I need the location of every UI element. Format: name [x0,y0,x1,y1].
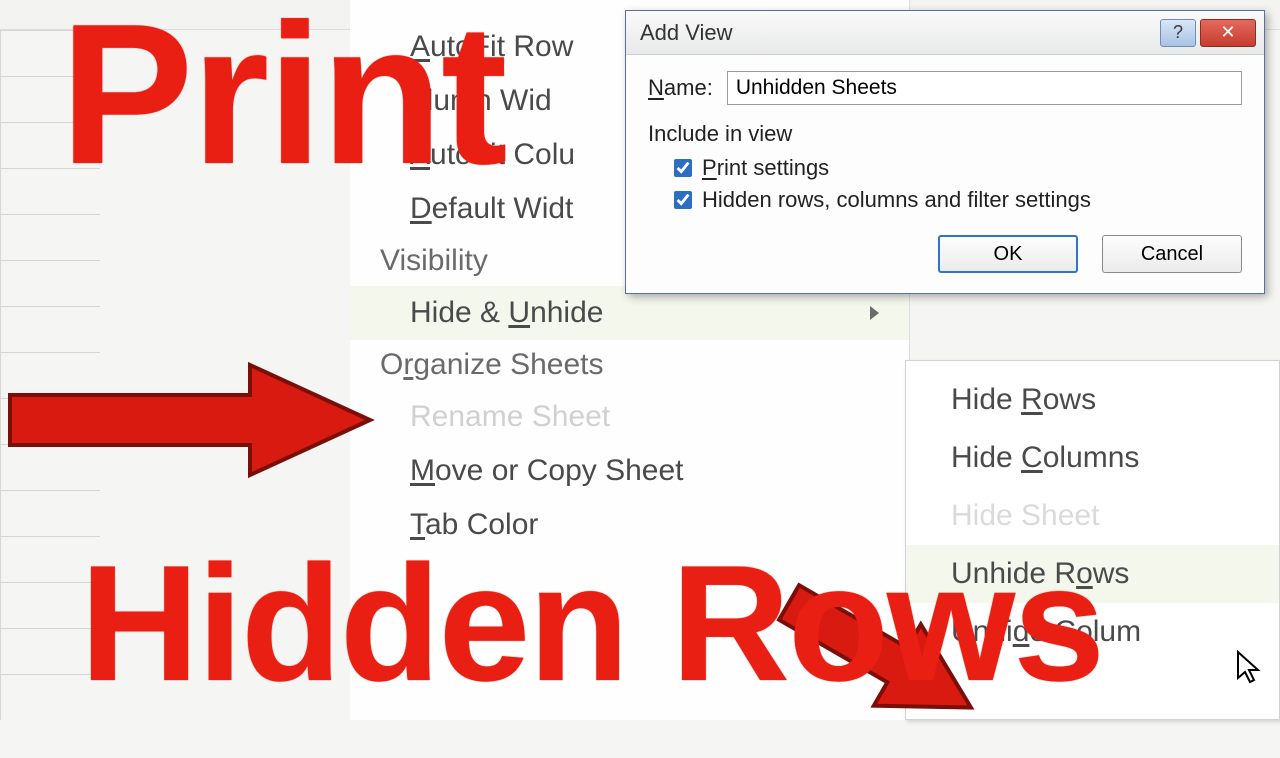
help-icon: ? [1173,22,1183,43]
add-view-dialog: Add View ? ✕ Name: Include in view Print… [625,10,1265,294]
submenu-hide-columns[interactable]: Hide Columns [906,429,1279,487]
name-label: Name: [648,75,713,101]
cancel-button[interactable]: Cancel [1102,235,1242,273]
help-button[interactable]: ? [1160,19,1196,47]
submenu-unhide-columns[interactable]: Unhide Colum [906,603,1279,661]
menu-item-hide-unhide[interactable]: Hide & Unhide [350,286,909,340]
menu-section-organize: Organize Sheets [350,340,909,390]
print-settings-checkbox[interactable] [674,159,692,177]
print-settings-label: Print settings [702,155,829,181]
hidden-rows-checkbox[interactable] [674,191,692,209]
menu-item-move-copy[interactable]: Move or Copy Sheet [350,444,909,498]
menu-item-rename-sheet[interactable]: Rename Sheet [350,390,909,444]
submenu-unhide-rows[interactable]: Unhide Rows [906,545,1279,603]
dialog-title: Add View [640,20,1156,46]
ok-button[interactable]: OK [938,235,1078,273]
submenu-arrow-icon [870,306,879,320]
dialog-titlebar[interactable]: Add View ? ✕ [626,11,1264,55]
spreadsheet-grid [0,30,100,720]
view-name-input[interactable] [727,71,1242,105]
close-icon: ✕ [1220,22,1235,43]
hide-unhide-submenu: Hide Rows Hide Columns Hide Sheet Unhide… [905,360,1280,720]
include-in-view-label: Include in view [648,121,1242,147]
menu-item-tab-color[interactable]: Tab Color [350,498,909,552]
submenu-hide-sheet[interactable]: Hide Sheet [906,487,1279,545]
submenu-hide-rows[interactable]: Hide Rows [906,371,1279,429]
hidden-rows-label: Hidden rows, columns and filter settings [702,187,1091,213]
close-button[interactable]: ✕ [1200,19,1256,47]
